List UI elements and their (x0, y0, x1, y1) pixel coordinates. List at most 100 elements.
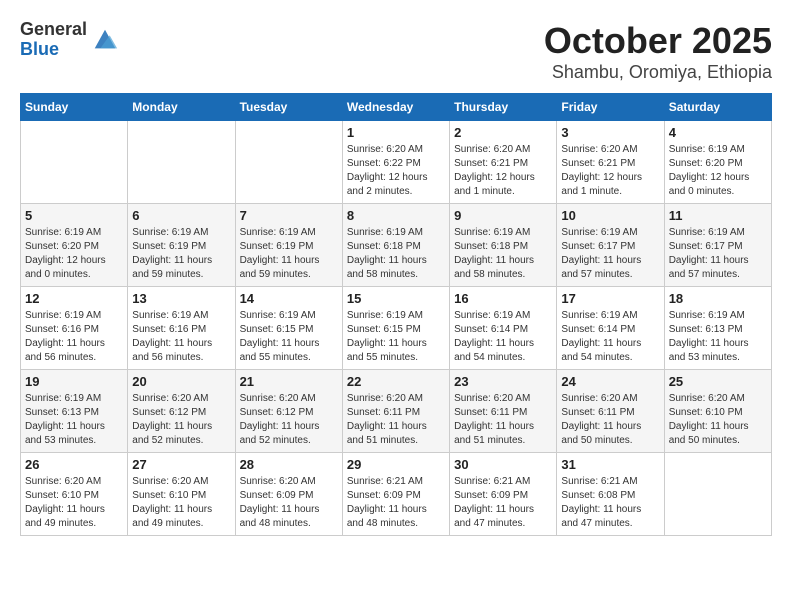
day-number: 28 (240, 457, 338, 472)
day-info: Sunrise: 6:21 AMSunset: 6:09 PMDaylight:… (347, 475, 445, 531)
day-number: 3 (561, 125, 659, 140)
day-number: 18 (669, 291, 767, 306)
day-info: Sunrise: 6:19 AMSunset: 6:17 PMDaylight:… (561, 226, 659, 282)
calendar-cell: 21Sunrise: 6:20 AMSunset: 6:12 PMDayligh… (235, 370, 342, 453)
calendar-cell: 22Sunrise: 6:20 AMSunset: 6:11 PMDayligh… (342, 370, 449, 453)
day-info: Sunrise: 6:20 AMSunset: 6:11 PMDaylight:… (347, 392, 445, 448)
day-info: Sunrise: 6:19 AMSunset: 6:19 PMDaylight:… (132, 226, 230, 282)
day-number: 11 (669, 208, 767, 223)
calendar-cell: 30 Sunrise: 6:21 AMSunset: 6:09 PMDayligh… (450, 453, 557, 536)
day-info: Sunrise: 6:20 AMSunset: 6:09 PMDaylight:… (240, 475, 338, 531)
weekday-header-saturday: Saturday (664, 94, 771, 121)
calendar-week-row: 1 Sunrise: 6:20 AMSunset: 6:22 PMDaylight… (21, 121, 772, 204)
calendar-cell: 19 Sunrise: 6:19 AMSunset: 6:13 PMDayligh… (21, 370, 128, 453)
calendar-cell: 5Sunrise: 6:19 AMSunset: 6:20 PMDaylight… (21, 204, 128, 287)
location-title: Shambu, Oromiya, Ethiopia (544, 62, 772, 83)
day-number: 30 (454, 457, 552, 472)
day-number: 31 (561, 457, 659, 472)
weekday-header-monday: Monday (128, 94, 235, 121)
day-info: Sunrise: 6:19 AMSunset: 6:20 PMDaylight:… (25, 226, 123, 282)
calendar-cell: 17 Sunrise: 6:19 AMSunset: 6:14 PMDayligh… (557, 287, 664, 370)
day-number: 7 (240, 208, 338, 223)
day-info: Sunrise: 6:19 AMSunset: 6:13 PMDaylight:… (669, 309, 767, 365)
day-number: 9 (454, 208, 552, 223)
weekday-header-wednesday: Wednesday (342, 94, 449, 121)
day-number: 27 (132, 457, 230, 472)
day-info: Sunrise: 6:20 AMSunset: 6:12 PMDaylight:… (132, 392, 230, 448)
day-info: Sunrise: 6:19 AMSunset: 6:13 PMDaylight:… (25, 392, 123, 448)
calendar-header: SundayMondayTuesdayWednesdayThursdayFrid… (21, 94, 772, 121)
day-info: Sunrise: 6:19 AMSunset: 6:14 PMDaylight:… (454, 309, 552, 365)
calendar-cell: 1 Sunrise: 6:20 AMSunset: 6:22 PMDaylight… (342, 121, 449, 204)
calendar-cell: 31 Sunrise: 6:21 AMSunset: 6:08 PMDayligh… (557, 453, 664, 536)
calendar-cell: 7 Sunrise: 6:19 AMSunset: 6:19 PMDaylight… (235, 204, 342, 287)
calendar-cell: 25 Sunrise: 6:20 AMSunset: 6:10 PMDayligh… (664, 370, 771, 453)
page-header: General Blue October 2025 Shambu, Oromiy… (20, 20, 772, 83)
day-info: Sunrise: 6:21 AMSunset: 6:09 PMDaylight:… (454, 475, 552, 531)
day-info: Sunrise: 6:19 AMSunset: 6:18 PMDaylight:… (347, 226, 445, 282)
logo-icon (91, 26, 119, 54)
day-info: Sunrise: 6:20 AMSunset: 6:11 PMDaylight:… (561, 392, 659, 448)
day-info: Sunrise: 6:20 AMSunset: 6:21 PMDaylight:… (454, 143, 552, 199)
day-info: Sunrise: 6:19 AMSunset: 6:19 PMDaylight:… (240, 226, 338, 282)
weekday-header-friday: Friday (557, 94, 664, 121)
day-info: Sunrise: 6:19 AMSunset: 6:17 PMDaylight:… (669, 226, 767, 282)
day-number: 10 (561, 208, 659, 223)
day-number: 1 (347, 125, 445, 140)
day-number: 16 (454, 291, 552, 306)
day-info: Sunrise: 6:21 AMSunset: 6:08 PMDaylight:… (561, 475, 659, 531)
calendar-table: SundayMondayTuesdayWednesdayThursdayFrid… (20, 93, 772, 536)
calendar-cell: 29Sunrise: 6:21 AMSunset: 6:09 PMDayligh… (342, 453, 449, 536)
calendar-cell: 14 Sunrise: 6:19 AMSunset: 6:15 PMDayligh… (235, 287, 342, 370)
logo: General Blue (20, 20, 119, 60)
day-number: 25 (669, 374, 767, 389)
day-number: 14 (240, 291, 338, 306)
calendar-cell: 11 Sunrise: 6:19 AMSunset: 6:17 PMDayligh… (664, 204, 771, 287)
calendar-cell: 18 Sunrise: 6:19 AMSunset: 6:13 PMDayligh… (664, 287, 771, 370)
calendar-cell: 23 Sunrise: 6:20 AMSunset: 6:11 PMDayligh… (450, 370, 557, 453)
day-info: Sunrise: 6:19 AMSunset: 6:16 PMDaylight:… (132, 309, 230, 365)
calendar-cell (235, 121, 342, 204)
day-info: Sunrise: 6:19 AMSunset: 6:14 PMDaylight:… (561, 309, 659, 365)
calendar-cell: 2 Sunrise: 6:20 AMSunset: 6:21 PMDaylight… (450, 121, 557, 204)
calendar-cell: 20Sunrise: 6:20 AMSunset: 6:12 PMDayligh… (128, 370, 235, 453)
calendar-cell: 24Sunrise: 6:20 AMSunset: 6:11 PMDayligh… (557, 370, 664, 453)
day-info: Sunrise: 6:19 AMSunset: 6:15 PMDaylight:… (240, 309, 338, 365)
weekday-header-sunday: Sunday (21, 94, 128, 121)
day-info: Sunrise: 6:20 AMSunset: 6:10 PMDaylight:… (132, 475, 230, 531)
calendar-cell: 15 Sunrise: 6:19 AMSunset: 6:15 PMDayligh… (342, 287, 449, 370)
day-number: 21 (240, 374, 338, 389)
weekday-header-thursday: Thursday (450, 94, 557, 121)
calendar-week-row: 5Sunrise: 6:19 AMSunset: 6:20 PMDaylight… (21, 204, 772, 287)
day-number: 15 (347, 291, 445, 306)
day-number: 19 (25, 374, 123, 389)
day-number: 12 (25, 291, 123, 306)
day-number: 17 (561, 291, 659, 306)
day-info: Sunrise: 6:19 AMSunset: 6:18 PMDaylight:… (454, 226, 552, 282)
calendar-cell: 28 Sunrise: 6:20 AMSunset: 6:09 PMDayligh… (235, 453, 342, 536)
day-number: 2 (454, 125, 552, 140)
title-area: October 2025 Shambu, Oromiya, Ethiopia (544, 20, 772, 83)
calendar-cell: 16 Sunrise: 6:19 AMSunset: 6:14 PMDayligh… (450, 287, 557, 370)
calendar-week-row: 19 Sunrise: 6:19 AMSunset: 6:13 PMDayligh… (21, 370, 772, 453)
day-number: 8 (347, 208, 445, 223)
day-number: 6 (132, 208, 230, 223)
month-title: October 2025 (544, 20, 772, 62)
calendar-week-row: 12 Sunrise: 6:19 AMSunset: 6:16 PMDayligh… (21, 287, 772, 370)
calendar-body: 1 Sunrise: 6:20 AMSunset: 6:22 PMDaylight… (21, 121, 772, 536)
day-info: Sunrise: 6:20 AMSunset: 6:11 PMDaylight:… (454, 392, 552, 448)
day-number: 23 (454, 374, 552, 389)
weekday-header-row: SundayMondayTuesdayWednesdayThursdayFrid… (21, 94, 772, 121)
day-info: Sunrise: 6:20 AMSunset: 6:10 PMDaylight:… (669, 392, 767, 448)
calendar-cell: 10 Sunrise: 6:19 AMSunset: 6:17 PMDayligh… (557, 204, 664, 287)
day-info: Sunrise: 6:20 AMSunset: 6:22 PMDaylight:… (347, 143, 445, 199)
calendar-cell: 4Sunrise: 6:19 AMSunset: 6:20 PMDaylight… (664, 121, 771, 204)
calendar-week-row: 26Sunrise: 6:20 AMSunset: 6:10 PMDayligh… (21, 453, 772, 536)
calendar-cell: 26Sunrise: 6:20 AMSunset: 6:10 PMDayligh… (21, 453, 128, 536)
calendar-cell (21, 121, 128, 204)
calendar-cell: 6 Sunrise: 6:19 AMSunset: 6:19 PMDaylight… (128, 204, 235, 287)
calendar-cell: 13Sunrise: 6:19 AMSunset: 6:16 PMDayligh… (128, 287, 235, 370)
day-info: Sunrise: 6:20 AMSunset: 6:10 PMDaylight:… (25, 475, 123, 531)
calendar-cell: 12Sunrise: 6:19 AMSunset: 6:16 PMDayligh… (21, 287, 128, 370)
day-info: Sunrise: 6:19 AMSunset: 6:15 PMDaylight:… (347, 309, 445, 365)
